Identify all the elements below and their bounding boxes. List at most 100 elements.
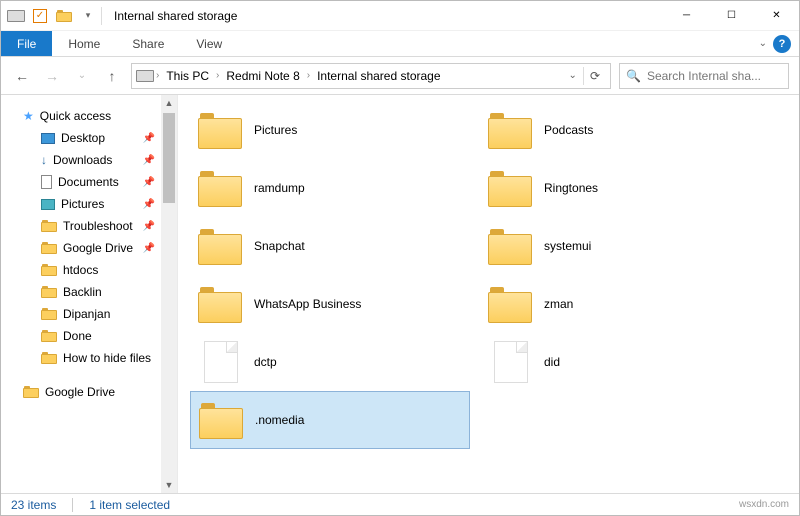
sidebar-item[interactable]: Backlin bbox=[1, 281, 161, 303]
sidebar-item-label: htdocs bbox=[63, 263, 98, 277]
sidebar-item[interactable]: Desktop 📌 bbox=[1, 127, 161, 149]
search-box[interactable]: 🔍 Search Internal sha... bbox=[619, 63, 789, 89]
sidebar-item-label: Documents bbox=[58, 175, 119, 189]
file-icon bbox=[494, 341, 528, 383]
item-label: Podcasts bbox=[544, 123, 593, 137]
scroll-up-icon[interactable]: ▲ bbox=[161, 95, 177, 111]
breadcrumb-device[interactable]: Redmi Note 8 bbox=[221, 69, 304, 83]
content-pane[interactable]: Pictures Podcasts ramdump Ringtones Snapchat… bbox=[177, 95, 799, 493]
folder-item[interactable]: Ringtones bbox=[480, 159, 760, 217]
sidebar-item[interactable]: htdocs bbox=[1, 259, 161, 281]
sidebar-item[interactable]: Google Drive📌 bbox=[1, 237, 161, 259]
folder-item[interactable]: systemui bbox=[480, 217, 760, 275]
ribbon-tabs: File Home Share View ⌄ ? bbox=[1, 31, 799, 57]
search-icon: 🔍 bbox=[626, 69, 641, 83]
sidebar-item[interactable]: Documents 📌 bbox=[1, 171, 161, 193]
chevron-right-icon[interactable]: › bbox=[156, 70, 159, 81]
sidebar-item-label: Quick access bbox=[40, 109, 111, 123]
item-label: WhatsApp Business bbox=[254, 297, 361, 311]
folder-icon bbox=[488, 111, 532, 149]
picture-icon bbox=[41, 199, 55, 210]
scroll-thumb[interactable] bbox=[163, 113, 175, 203]
item-label: Pictures bbox=[254, 123, 297, 137]
folder-item[interactable]: Podcasts bbox=[480, 101, 760, 159]
folder-item[interactable]: zman bbox=[480, 275, 760, 333]
download-icon: ↓ bbox=[41, 153, 47, 167]
folder-icon bbox=[199, 401, 243, 439]
document-icon bbox=[41, 175, 52, 189]
minimize-button[interactable]: ─ bbox=[664, 1, 709, 31]
folder-icon bbox=[41, 352, 57, 364]
folder-qat-icon bbox=[53, 5, 75, 27]
folder-icon bbox=[41, 308, 57, 320]
scroll-down-icon[interactable]: ▼ bbox=[161, 477, 177, 493]
sidebar-google-drive-root[interactable]: Google Drive bbox=[1, 381, 161, 403]
pin-icon: 📌 bbox=[143, 221, 155, 232]
folder-item[interactable]: Pictures bbox=[190, 101, 470, 159]
refresh-icon[interactable]: ⟳ bbox=[590, 69, 600, 83]
explorer-window: ✓ ▾ Internal shared storage ─ ☐ ✕ File H… bbox=[0, 0, 800, 516]
sidebar-item-label: Backlin bbox=[63, 285, 102, 299]
sidebar-item[interactable]: Troubleshoot📌 bbox=[1, 215, 161, 237]
address-bar[interactable]: › This PC › Redmi Note 8 › Internal shar… bbox=[131, 63, 611, 89]
folder-icon bbox=[198, 169, 242, 207]
file-item[interactable]: dctp bbox=[190, 333, 470, 391]
desktop-icon bbox=[41, 133, 55, 144]
close-button[interactable]: ✕ bbox=[754, 1, 799, 31]
item-label: Snapchat bbox=[254, 239, 305, 253]
folder-icon bbox=[41, 220, 57, 232]
pin-icon: 📌 bbox=[143, 177, 155, 188]
navigation-pane: ★ Quick access Desktop📌↓Downloads📌Docume… bbox=[1, 95, 161, 493]
body: ★ Quick access Desktop📌↓Downloads📌Docume… bbox=[1, 95, 799, 493]
item-label: ramdump bbox=[254, 181, 305, 195]
qat-dropdown-icon[interactable]: ▾ bbox=[77, 5, 99, 27]
item-label: .nomedia bbox=[255, 413, 304, 427]
forward-button[interactable]: → bbox=[41, 68, 63, 84]
tab-share[interactable]: Share bbox=[116, 31, 180, 56]
sidebar-item[interactable]: Dipanjan bbox=[1, 303, 161, 325]
sidebar-quick-access[interactable]: ★ Quick access bbox=[1, 105, 161, 127]
folder-icon bbox=[198, 227, 242, 265]
item-label: Ringtones bbox=[544, 181, 598, 195]
window-title: Internal shared storage bbox=[114, 9, 237, 23]
folder-item[interactable]: ramdump bbox=[190, 159, 470, 217]
help-icon[interactable]: ? bbox=[773, 35, 791, 53]
tab-file[interactable]: File bbox=[1, 31, 52, 56]
folder-icon bbox=[23, 386, 39, 398]
folder-item[interactable]: WhatsApp Business bbox=[190, 275, 470, 333]
breadcrumb-current[interactable]: Internal shared storage bbox=[312, 69, 445, 83]
pin-icon: 📌 bbox=[143, 133, 155, 144]
ribbon-collapse-icon[interactable]: ⌄ bbox=[759, 38, 767, 49]
sidebar-item[interactable]: ↓Downloads📌 bbox=[1, 149, 161, 171]
sidebar-item-label: Pictures bbox=[61, 197, 104, 211]
pin-icon: 📌 bbox=[143, 199, 155, 210]
selection-count: 1 item selected bbox=[89, 498, 170, 512]
status-bar: 23 items 1 item selected wsxdn.com bbox=[1, 493, 799, 515]
folder-item[interactable]: Snapchat bbox=[190, 217, 470, 275]
chevron-right-icon[interactable]: › bbox=[216, 70, 219, 81]
file-icon bbox=[204, 341, 238, 383]
sidebar-item[interactable]: Done bbox=[1, 325, 161, 347]
address-device-icon bbox=[136, 70, 154, 82]
recent-dropdown-icon[interactable]: ⌄ bbox=[71, 70, 93, 81]
sidebar-item-label: Desktop bbox=[61, 131, 105, 145]
chevron-right-icon[interactable]: › bbox=[307, 70, 310, 81]
properties-check-icon[interactable]: ✓ bbox=[29, 5, 51, 27]
window-controls: ─ ☐ ✕ bbox=[664, 1, 799, 31]
back-button[interactable]: ← bbox=[11, 68, 33, 84]
title-bar: ✓ ▾ Internal shared storage ─ ☐ ✕ bbox=[1, 1, 799, 31]
tab-home[interactable]: Home bbox=[52, 31, 116, 56]
sidebar-item[interactable]: Pictures 📌 bbox=[1, 193, 161, 215]
sidebar-item-label: How to hide files bbox=[63, 351, 151, 365]
sidebar-scrollbar[interactable]: ▲ ▼ bbox=[161, 95, 177, 493]
folder-item[interactable]: .nomedia bbox=[190, 391, 470, 449]
address-dropdown-icon[interactable]: ⌄ bbox=[569, 70, 577, 81]
up-button[interactable]: ↑ bbox=[101, 68, 123, 84]
sidebar-item[interactable]: How to hide files bbox=[1, 347, 161, 369]
file-item[interactable]: did bbox=[480, 333, 760, 391]
tab-view[interactable]: View bbox=[180, 31, 238, 56]
folder-icon bbox=[41, 330, 57, 342]
maximize-button[interactable]: ☐ bbox=[709, 1, 754, 31]
breadcrumb-this-pc[interactable]: This PC bbox=[161, 69, 214, 83]
sidebar-item-label: Google Drive bbox=[63, 241, 133, 255]
